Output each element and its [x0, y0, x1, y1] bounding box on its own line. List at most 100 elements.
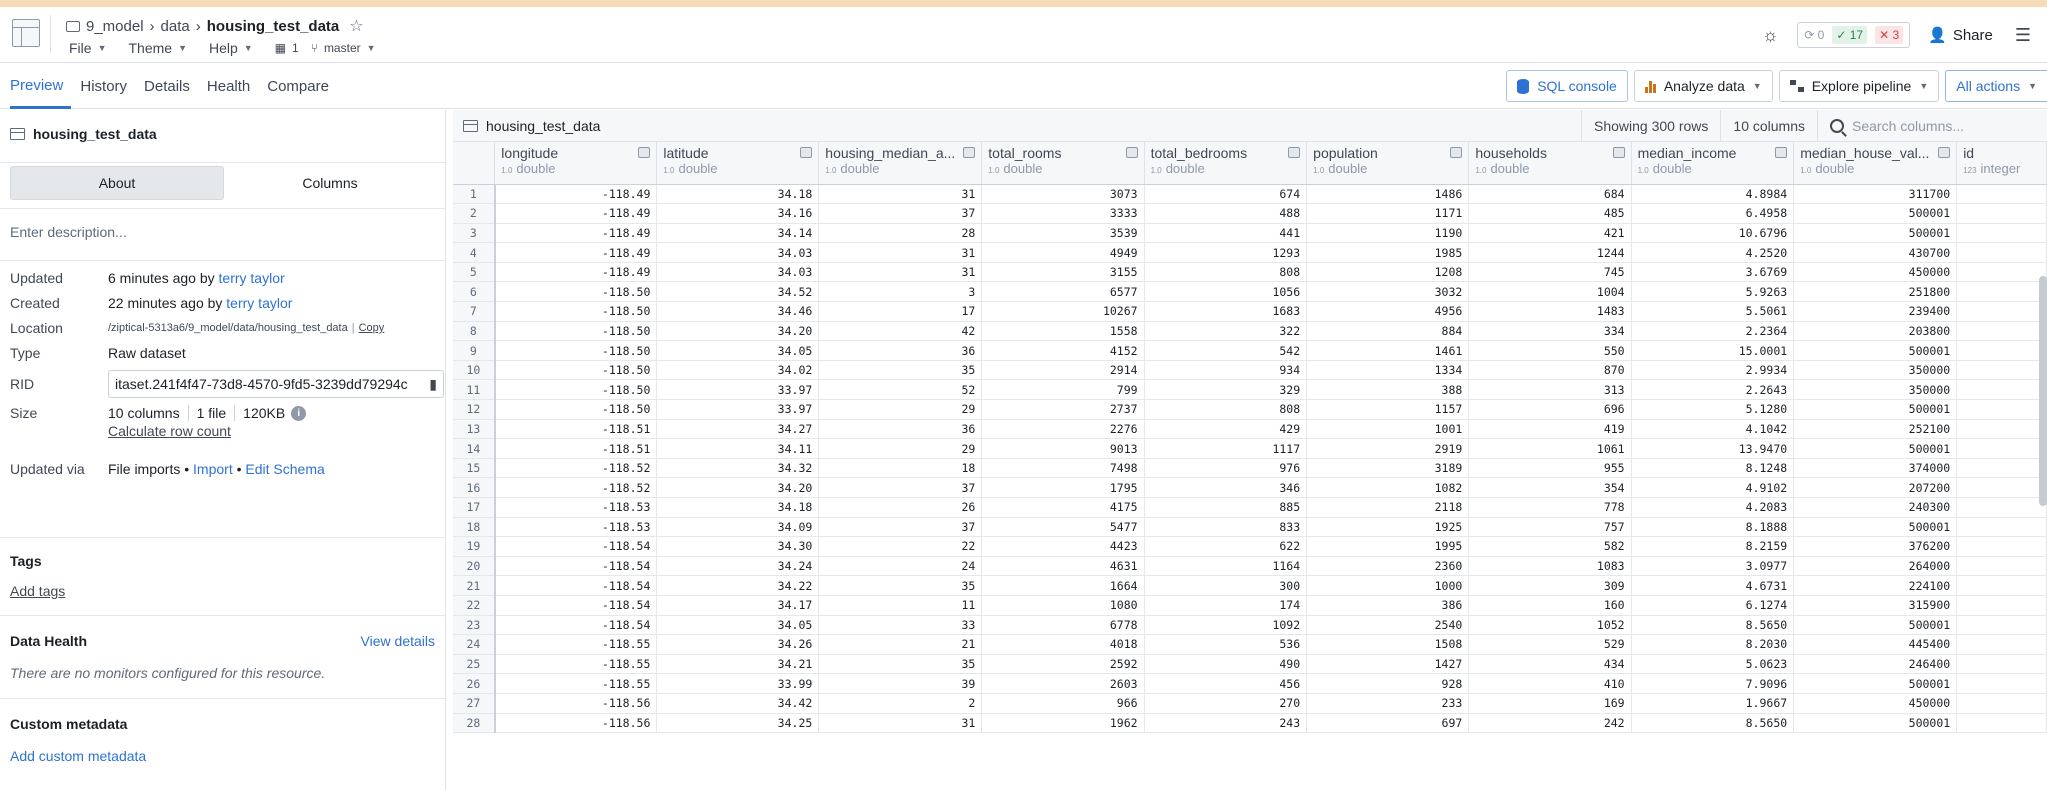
table-cell[interactable]: 1208 [1306, 262, 1470, 283]
table-cell[interactable]: 34.03 [656, 262, 820, 283]
table-cell[interactable]: 1508 [1306, 634, 1470, 655]
table-cell[interactable]: 243 [1144, 713, 1308, 734]
table-row[interactable]: 15 -118.52 34.32 18 7498 976 3189 955 8.1248 3740… [453, 458, 2047, 479]
table-cell[interactable]: 421 [1468, 223, 1632, 244]
table-cell[interactable]: 1056 [1144, 281, 1308, 303]
table-cell[interactable]: 1244 [1468, 242, 1632, 263]
table-cell[interactable] [1956, 575, 2047, 596]
table-cell[interactable]: 1293 [1144, 242, 1308, 263]
table-cell[interactable]: 745 [1468, 262, 1632, 283]
table-cell[interactable]: 34.25 [656, 713, 820, 734]
table-cell[interactable]: 322 [1144, 321, 1308, 342]
table-cell[interactable]: 160 [1468, 595, 1632, 616]
vertical-scrollbar[interactable] [2039, 276, 2047, 506]
table-cell[interactable]: 34.42 [656, 693, 820, 714]
table-cell[interactable]: -118.50 [494, 399, 658, 420]
table-cell[interactable]: 808 [1144, 262, 1308, 283]
table-row[interactable]: 22 -118.54 34.17 11 1080 174 386 160 6.1274 31590… [453, 595, 2047, 616]
table-cell[interactable]: 3189 [1306, 458, 1470, 479]
table-cell[interactable]: 2 [818, 693, 983, 714]
calculate-row-count-link[interactable]: Calculate row count [108, 423, 306, 439]
table-row[interactable]: 9 -118.50 34.05 36 4152 542 1461 550 15.0001 5000… [453, 340, 2047, 361]
table-row[interactable]: 3 -118.49 34.14 28 3539 441 1190 421 10.6796 5000… [453, 223, 2047, 244]
table-cell[interactable]: 2603 [981, 673, 1145, 694]
table-cell[interactable]: 34.30 [656, 536, 820, 557]
table-row[interactable]: 28 -118.56 34.25 31 1962 243 697 242 8.5650 50000… [453, 713, 2047, 734]
branch-selector[interactable]: ⑂ master ▼ [311, 41, 376, 55]
table-cell[interactable]: -118.49 [494, 242, 658, 263]
menu-file[interactable]: File ▼ [69, 40, 106, 56]
table-cell[interactable]: -118.49 [494, 203, 658, 224]
table-cell[interactable] [1956, 517, 2047, 538]
table-row[interactable]: 25 -118.55 34.21 35 2592 490 1427 434 5.0623 2464… [453, 654, 2047, 675]
table-cell[interactable]: 410 [1468, 673, 1632, 694]
table-cell[interactable]: 3.0977 [1631, 556, 1795, 577]
table-cell[interactable]: 6577 [981, 281, 1145, 303]
table-cell[interactable]: -118.52 [494, 477, 658, 498]
info-icon[interactable]: i [291, 405, 307, 421]
table-cell[interactable]: 242 [1468, 713, 1632, 734]
table-cell[interactable]: 1052 [1468, 615, 1632, 636]
table-cell[interactable]: 1171 [1306, 203, 1470, 224]
toggle-about[interactable]: About [10, 166, 224, 200]
table-row[interactable]: 21 -118.54 34.22 35 1664 300 1000 309 4.6731 2241… [453, 575, 2047, 596]
table-cell[interactable]: 1795 [981, 477, 1145, 498]
table-cell[interactable]: 6.1274 [1631, 595, 1795, 616]
table-row[interactable]: 26 -118.55 33.99 39 2603 456 928 410 7.9096 50000… [453, 673, 2047, 694]
table-cell[interactable]: 374000 [1793, 458, 1958, 479]
column-filter-icon[interactable] [800, 147, 813, 158]
table-cell[interactable]: 870 [1468, 360, 1632, 381]
table-cell[interactable]: 37 [818, 203, 983, 224]
table-row[interactable]: 10 -118.50 34.02 35 2914 934 1334 870 2.9934 3500… [453, 360, 2047, 381]
table-cell[interactable]: 3155 [981, 262, 1145, 283]
table-cell[interactable]: 4.1042 [1631, 419, 1795, 440]
table-cell[interactable]: 2118 [1306, 497, 1470, 518]
table-cell[interactable]: 1461 [1306, 340, 1470, 361]
table-cell[interactable]: 2919 [1306, 438, 1470, 459]
table-cell[interactable]: 674 [1144, 184, 1308, 205]
table-cell[interactable] [1956, 713, 2047, 734]
table-cell[interactable]: 5.5061 [1631, 301, 1795, 322]
table-cell[interactable] [1956, 203, 2047, 224]
table-cell[interactable]: 3539 [981, 223, 1145, 244]
table-row[interactable]: 6 -118.50 34.52 3 6577 1056 3032 1004 5.9263 2518… [453, 281, 2047, 303]
table-cell[interactable]: 34.05 [656, 615, 820, 636]
table-cell[interactable]: 2592 [981, 654, 1145, 675]
edit-schema-link[interactable]: Edit Schema [245, 461, 324, 477]
table-cell[interactable]: 52 [818, 379, 983, 401]
table-cell[interactable]: 354 [1468, 477, 1632, 498]
table-cell[interactable]: 2540 [1306, 615, 1470, 636]
table-cell[interactable]: 246400 [1793, 654, 1958, 675]
table-cell[interactable]: 434 [1468, 654, 1632, 675]
table-cell[interactable]: 233 [1306, 693, 1470, 714]
table-cell[interactable]: 24 [818, 556, 983, 577]
table-cell[interactable]: 33.97 [656, 399, 820, 420]
table-row[interactable]: 17 -118.53 34.18 26 4175 885 2118 778 4.2083 2403… [453, 497, 2047, 518]
table-cell[interactable]: 34.09 [656, 517, 820, 538]
table-cell[interactable]: 34.05 [656, 340, 820, 361]
table-cell[interactable]: 500001 [1793, 615, 1958, 636]
tab-history[interactable]: History [80, 64, 135, 109]
table-row[interactable]: 12 -118.50 33.97 29 2737 808 1157 696 5.1280 5000… [453, 399, 2047, 420]
table-cell[interactable]: -118.51 [494, 438, 658, 459]
table-cell[interactable] [1956, 536, 2047, 557]
column-filter-icon[interactable] [1288, 147, 1301, 158]
table-cell[interactable]: 2.2364 [1631, 321, 1795, 342]
table-cell[interactable]: 34.46 [656, 301, 820, 322]
column-filter-icon[interactable] [1450, 147, 1463, 158]
table-cell[interactable]: 4631 [981, 556, 1145, 577]
table-cell[interactable]: 885 [1144, 497, 1308, 518]
table-cell[interactable]: 252100 [1793, 419, 1958, 440]
table-cell[interactable]: 174 [1144, 595, 1308, 616]
table-cell[interactable]: 4956 [1306, 301, 1470, 322]
table-cell[interactable]: 376200 [1793, 536, 1958, 557]
import-link[interactable]: Import [193, 461, 233, 477]
column-header[interactable]: households 1.0 double [1468, 142, 1632, 185]
table-cell[interactable]: 10267 [981, 301, 1145, 322]
table-cell[interactable]: 8.2159 [1631, 536, 1795, 557]
table-cell[interactable]: 4.6731 [1631, 575, 1795, 596]
table-cell[interactable]: 207200 [1793, 477, 1958, 498]
table-cell[interactable]: 456 [1144, 673, 1308, 694]
table-cell[interactable]: 500001 [1793, 223, 1958, 244]
column-header[interactable]: median_income 1.0 double [1631, 142, 1795, 185]
